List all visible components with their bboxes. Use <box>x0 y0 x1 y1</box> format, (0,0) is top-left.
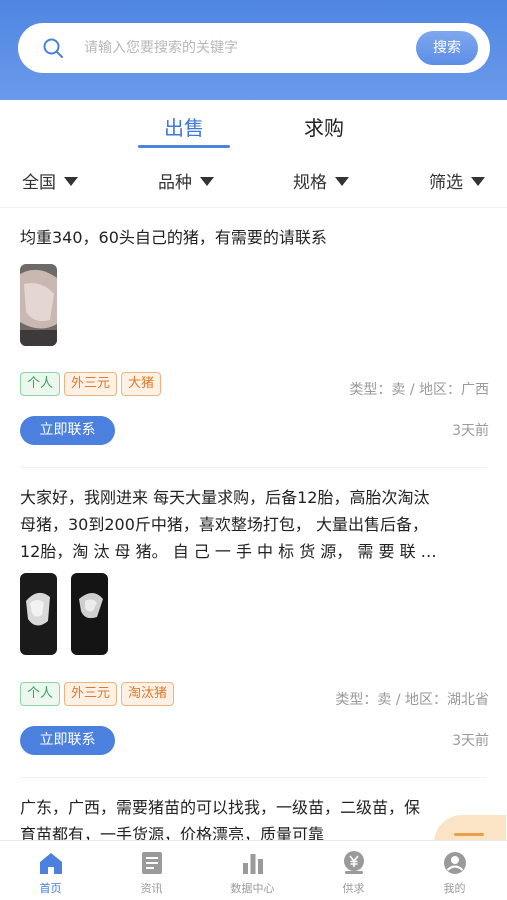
listing-time: 3天前 <box>452 733 489 749</box>
filter-region-label: 全国 <box>22 173 56 193</box>
caret-down-icon <box>200 176 214 186</box>
listing-text-line: 12胎，淘 汰 母 猪。 自 己 一 手 中 标 货 源， 需 要 联 … <box>20 542 437 561</box>
listing-text-line: 大家好，我刚进来 每天大量求购，后备12胎，高胎次淘汰 <box>20 488 430 507</box>
active-tab-indicator <box>138 145 230 148</box>
listing-card[interactable]: 均重340，60头自己的猪，有需要的请联系 个人 外三元 大猪 类型：卖 / 地区：… <box>0 208 507 468</box>
listing-card[interactable]: 广东，广西，需要猪苗的可以找我，一级苗，二级苗，保 育苗都有，一手货源，价格漂亮… <box>0 778 507 840</box>
nav-profile[interactable]: 我的 <box>404 841 505 900</box>
nav-data-center[interactable]: 数据中心 <box>202 841 303 900</box>
listing-text-line: 广东，广西，需要猪苗的可以找我，一级苗，二级苗，保 <box>20 798 421 817</box>
listing-time: 3天前 <box>452 423 489 439</box>
bottom-nav: 首页 资讯 数据中心 供求 我的 <box>0 840 507 900</box>
nav-news[interactable]: 资讯 <box>101 841 202 900</box>
listing-list: 均重340，60头自己的猪，有需要的请联系 个人 外三元 大猪 类型：卖 / 地区：… <box>0 208 507 840</box>
menu-icon <box>454 833 484 836</box>
search-icon <box>43 38 63 58</box>
nav-data-center-label: 数据中心 <box>230 882 275 895</box>
tab-bar: 出售 求购 <box>0 100 507 152</box>
tag-seller-type: 个人 <box>20 372 61 396</box>
caret-down-icon <box>471 176 485 186</box>
nav-home-label: 首页 <box>39 882 62 895</box>
listing-text: 广东，广西，需要猪苗的可以找我，一级苗，二级苗，保 育苗都有，一手货源，价格漂亮… <box>20 794 490 840</box>
nav-profile-label: 我的 <box>443 882 466 895</box>
tab-sell[interactable]: 出售 <box>164 112 204 141</box>
listing-text-line: 母猪，30到200斤中猪，喜欢整场打包， 大量出售后备， <box>20 515 428 534</box>
filter-spec[interactable]: 规格 <box>293 168 349 193</box>
listing-photo[interactable] <box>20 264 57 346</box>
nav-supply-demand-label: 供求 <box>342 882 365 895</box>
nav-news-label: 资讯 <box>140 882 163 895</box>
caret-down-icon <box>335 176 349 186</box>
tag-spec: 淘汰猪 <box>121 682 175 706</box>
tab-buy[interactable]: 求购 <box>304 112 344 141</box>
tag-spec: 大猪 <box>121 372 162 396</box>
listing-text: 大家好，我刚进来 每天大量求购，后备12胎，高胎次淘汰 母猪，30到200斤中猪… <box>20 484 490 565</box>
tag-breed: 外三元 <box>64 682 118 706</box>
yuan-icon <box>344 851 364 874</box>
tag-breed: 外三元 <box>64 372 118 396</box>
filter-breed[interactable]: 品种 <box>158 168 214 193</box>
listing-card[interactable]: 大家好，我刚进来 每天大量求购，后备12胎，高胎次淘汰 母猪，30到200斤中猪… <box>0 468 507 778</box>
filter-region[interactable]: 全国 <box>22 168 78 193</box>
search-input[interactable] <box>84 23 414 73</box>
nav-home[interactable]: 首页 <box>0 841 101 900</box>
search-bar: 搜索 <box>18 23 490 73</box>
filter-spec-label: 规格 <box>293 173 327 193</box>
filter-bar: 全国 品种 规格 筛选 <box>0 152 507 208</box>
listing-text: 均重340，60头自己的猪，有需要的请联系 <box>20 228 327 247</box>
tag-seller-type: 个人 <box>20 682 61 706</box>
news-icon <box>142 852 162 874</box>
caret-down-icon <box>64 176 78 186</box>
filter-more-label: 筛选 <box>429 173 463 193</box>
listing-meta: 类型：卖 / 地区：广西 <box>349 382 489 398</box>
contact-button[interactable]: 立即联系 <box>20 726 115 755</box>
user-icon <box>444 852 466 874</box>
home-icon <box>40 853 62 874</box>
listing-meta: 类型：卖 / 地区：湖北省 <box>335 692 489 708</box>
search-button[interactable]: 搜索 <box>416 31 478 65</box>
filter-breed-label: 品种 <box>158 173 192 193</box>
listing-photo[interactable] <box>71 573 108 655</box>
chart-icon <box>243 854 263 874</box>
listing-tags: 个人 外三元 淘汰猪 <box>20 682 178 706</box>
listing-tags: 个人 外三元 大猪 <box>20 372 165 396</box>
filter-more[interactable]: 筛选 <box>429 168 485 193</box>
header: 搜索 <box>0 0 507 100</box>
listing-text-line: 育苗都有，一手货源，价格漂亮，质量可靠 <box>20 825 325 840</box>
nav-supply-demand[interactable]: 供求 <box>303 841 404 900</box>
contact-button[interactable]: 立即联系 <box>20 416 115 445</box>
listing-photo[interactable] <box>20 573 57 655</box>
